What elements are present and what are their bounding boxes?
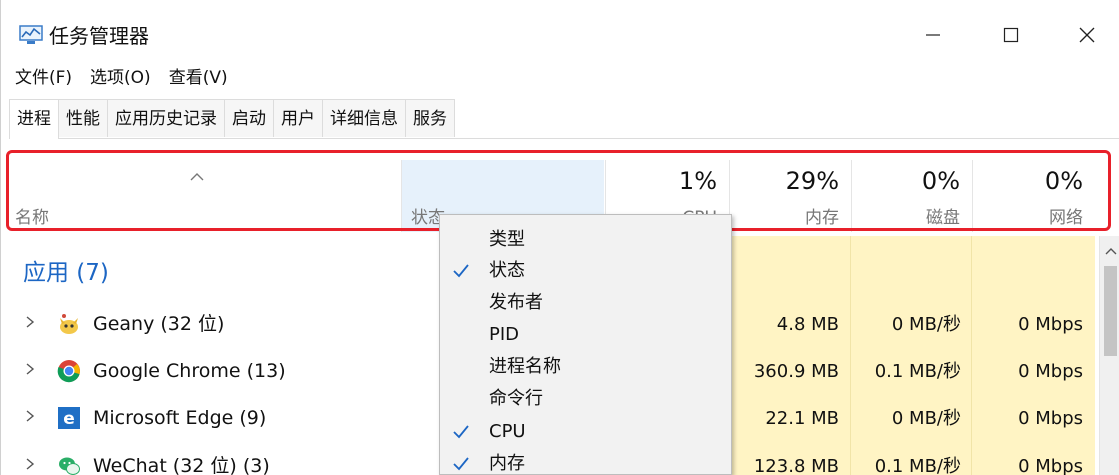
network-value: 0 Mbps: [1018, 361, 1083, 382]
memory-value: 123.8 MB: [753, 456, 839, 475]
expand-chevron-icon[interactable]: [25, 456, 35, 475]
tab-processes[interactable]: 进程: [9, 99, 59, 139]
title-bar: 任务管理器: [1, 0, 1119, 60]
menu-options[interactable]: 选项(O): [90, 64, 151, 94]
tab-performance[interactable]: 性能: [58, 99, 108, 137]
scroll-thumb[interactable]: [1104, 266, 1117, 356]
tab-startup[interactable]: 启动: [224, 99, 274, 137]
disk-value: 0 MB/秒: [891, 314, 961, 335]
edge-icon: e: [57, 406, 81, 430]
checkmark-icon: [452, 423, 470, 441]
expand-chevron-icon[interactable]: [25, 408, 35, 427]
menu-item-process-name[interactable]: 进程名称: [440, 352, 731, 384]
menu-item-publisher[interactable]: 发布者: [440, 288, 731, 320]
process-name: Geany (32 位): [93, 313, 225, 335]
close-button[interactable]: [1067, 20, 1107, 50]
minimize-button[interactable]: [913, 20, 953, 50]
wechat-icon: [57, 454, 81, 475]
menu-item-command-line[interactable]: 命令行: [440, 384, 731, 416]
menu-view[interactable]: 查看(V): [169, 64, 228, 94]
tab-app-history[interactable]: 应用历史记录: [107, 99, 225, 137]
vertical-scrollbar[interactable]: [1099, 236, 1119, 475]
tab-users[interactable]: 用户: [273, 99, 323, 137]
expand-chevron-icon[interactable]: [25, 361, 35, 380]
disk-value: 0.1 MB/秒: [874, 361, 961, 382]
scroll-up-arrow-icon[interactable]: [1105, 240, 1117, 259]
checkmark-icon: [452, 262, 470, 280]
svg-text:e: e: [63, 409, 75, 429]
menu-item-pid[interactable]: PID: [440, 320, 731, 352]
menu-bar: 文件(F) 选项(O) 查看(V): [1, 64, 232, 94]
memory-value: 360.9 MB: [753, 361, 839, 382]
menu-item-label: 进程名称: [489, 356, 561, 377]
menu-item-label: CPU: [489, 421, 526, 442]
menu-item-label: 状态: [489, 260, 525, 281]
tab-details[interactable]: 详细信息: [322, 99, 406, 137]
geany-icon: [57, 312, 81, 336]
process-name: Microsoft Edge (9): [93, 407, 267, 429]
chrome-icon: [57, 359, 81, 383]
menu-item-label: 发布者: [489, 292, 543, 313]
column-context-menu: 类型 状态 发布者 PID 进程名称 命令行 CPU 内存: [439, 214, 732, 475]
task-manager-icon: [19, 25, 43, 45]
network-value: 0 Mbps: [1018, 314, 1083, 335]
apps-group-label[interactable]: 应用 (7): [23, 258, 109, 288]
menu-item-cpu[interactable]: CPU: [440, 417, 731, 449]
tab-strip: 进程 性能 应用历史记录 启动 用户 详细信息 服务: [9, 99, 1119, 139]
menu-item-label: PID: [489, 324, 520, 345]
menu-item-label: 内存: [489, 453, 525, 474]
menu-file[interactable]: 文件(F): [15, 64, 72, 94]
network-value: 0 Mbps: [1018, 408, 1083, 429]
network-value: 0 Mbps: [1018, 456, 1083, 475]
checkmark-icon: [452, 455, 470, 473]
menu-item-type[interactable]: 类型: [440, 225, 731, 257]
process-name: WeChat (32 位) (3): [93, 455, 270, 475]
disk-value: 0 MB/秒: [891, 408, 961, 429]
menu-item-label: 命令行: [489, 388, 543, 409]
tab-services[interactable]: 服务: [405, 99, 455, 137]
expand-chevron-icon[interactable]: [25, 314, 35, 333]
maximize-button[interactable]: [991, 20, 1031, 50]
memory-value: 22.1 MB: [765, 408, 839, 429]
menu-item-status[interactable]: 状态: [440, 256, 731, 288]
memory-value: 4.8 MB: [776, 314, 839, 335]
task-manager-window: 任务管理器 文件(F) 选项(O) 查看(V) 进程 性能 应用历史记录 启动 …: [0, 0, 1119, 475]
menu-item-memory[interactable]: 内存: [440, 449, 731, 474]
menu-item-label: 类型: [489, 229, 525, 250]
disk-value: 0.1 MB/秒: [874, 456, 961, 475]
window-title: 任务管理器: [49, 24, 149, 48]
process-name: Google Chrome (13): [93, 360, 286, 382]
